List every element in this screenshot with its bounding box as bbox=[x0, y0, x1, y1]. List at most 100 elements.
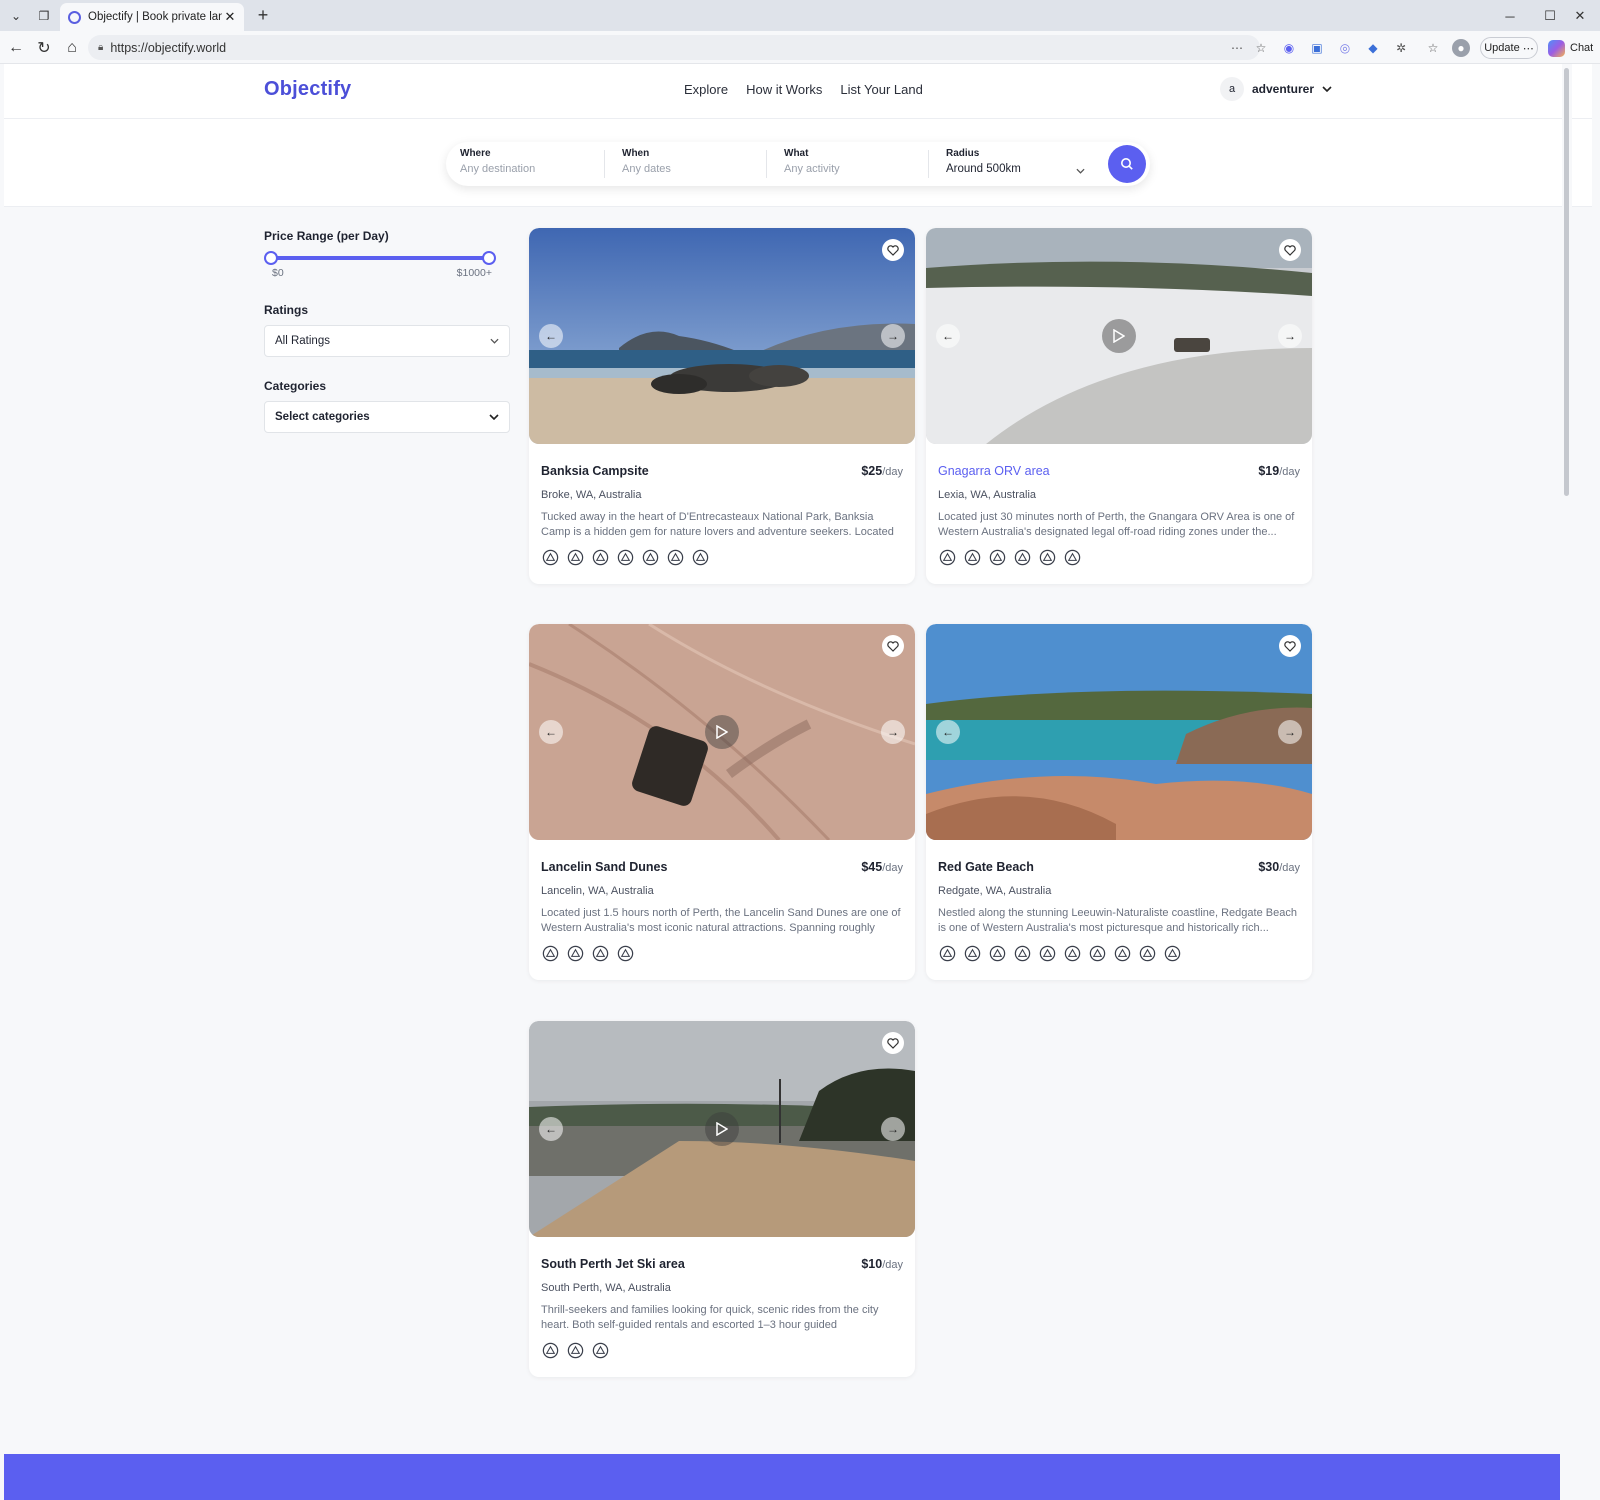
price-range-title: Price Range (per Day) bbox=[264, 229, 389, 243]
play-icon[interactable] bbox=[705, 1112, 739, 1146]
browser-tab[interactable]: Objectify | Book private land for yo ✕ bbox=[60, 3, 244, 31]
price-value: $10 bbox=[861, 1257, 883, 1271]
jet-ski-icon bbox=[1114, 945, 1131, 962]
heart-icon[interactable] bbox=[882, 239, 904, 261]
shell-icon bbox=[1064, 945, 1081, 962]
extension-icon[interactable]: ◆ bbox=[1364, 39, 1382, 57]
favorite-star-icon[interactable]: ☆ bbox=[1252, 39, 1270, 57]
arrow-left-icon[interactable]: ← bbox=[539, 720, 563, 744]
radius-select[interactable]: Radius Around 500km bbox=[946, 148, 1086, 180]
listing-title[interactable]: South Perth Jet Ski area bbox=[541, 1257, 685, 1271]
site-header: Objectify Explore How it Works List Your… bbox=[4, 64, 1592, 119]
extension-icon[interactable]: ◎ bbox=[1336, 39, 1354, 57]
url-field[interactable]: 🔒︎ https://objectify.world bbox=[88, 35, 1260, 60]
scrollbar-thumb[interactable] bbox=[1564, 68, 1569, 496]
arrow-right-icon[interactable]: → bbox=[1278, 324, 1302, 348]
listing-title[interactable]: Banksia Campsite bbox=[541, 464, 649, 478]
reader-mode-icon[interactable]: ⋯ bbox=[1228, 39, 1246, 57]
play-icon[interactable] bbox=[1102, 319, 1136, 353]
activity-icons bbox=[541, 1341, 610, 1360]
price-value: $25 bbox=[861, 464, 883, 478]
arrow-left-icon[interactable]: ← bbox=[936, 720, 960, 744]
update-button[interactable]: Update ⋯ bbox=[1480, 37, 1538, 59]
close-tab-icon[interactable]: ✕ bbox=[222, 9, 238, 25]
photography-icon bbox=[1039, 945, 1056, 962]
chevron-down-icon bbox=[490, 336, 499, 346]
tab-list-chevron-icon[interactable]: ⌄ bbox=[4, 5, 28, 27]
back-arrow-icon[interactable]: ← bbox=[4, 36, 28, 60]
listing-price: $45/day bbox=[861, 860, 903, 874]
divider bbox=[604, 150, 605, 178]
listing-price: $19/day bbox=[1258, 464, 1300, 478]
arrow-left-icon[interactable]: ← bbox=[936, 324, 960, 348]
price-unit: /day bbox=[1279, 862, 1300, 874]
price-min-label: $0 bbox=[272, 267, 284, 279]
what-field[interactable]: What Any activity bbox=[784, 148, 924, 180]
slider-max-handle[interactable] bbox=[482, 251, 496, 265]
tab-title: Objectify | Book private land for yo bbox=[88, 11, 222, 23]
price-max-label: $1000+ bbox=[456, 267, 492, 279]
extensions-puzzle-icon[interactable]: ✲ bbox=[1392, 39, 1410, 57]
play-icon[interactable] bbox=[705, 715, 739, 749]
listing-title[interactable]: Gnagarra ORV area bbox=[938, 464, 1050, 478]
listing-title[interactable]: Lancelin Sand Dunes bbox=[541, 860, 667, 874]
where-field[interactable]: Where Any destination bbox=[460, 148, 600, 180]
update-label: Update bbox=[1484, 42, 1520, 54]
heart-icon[interactable] bbox=[882, 635, 904, 657]
heart-icon[interactable] bbox=[1279, 239, 1301, 261]
minimize-icon[interactable]: ─ bbox=[1490, 4, 1530, 28]
collections-icon[interactable]: ☆ bbox=[1424, 39, 1442, 57]
arrow-left-icon[interactable]: ← bbox=[539, 1117, 563, 1141]
arrow-right-icon[interactable]: → bbox=[881, 324, 905, 348]
slider-min-handle[interactable] bbox=[264, 251, 278, 265]
price-range-slider[interactable] bbox=[264, 251, 496, 265]
fishing-icon bbox=[1089, 945, 1106, 962]
chat-button[interactable]: Chat bbox=[1548, 37, 1593, 59]
photography-icon bbox=[617, 945, 634, 962]
listing-title[interactable]: Red Gate Beach bbox=[938, 860, 1034, 874]
listing-card[interactable]: ← → Red Gate Beach $30/day Redgate, WA, Aust… bbox=[926, 624, 1312, 980]
search-button[interactable] bbox=[1108, 145, 1146, 183]
nav-list-your-land[interactable]: List Your Land bbox=[840, 82, 922, 97]
where-label: Where bbox=[460, 148, 491, 159]
reload-icon[interactable]: ↻ bbox=[32, 36, 56, 60]
home-icon[interactable]: ⌂ bbox=[60, 36, 84, 60]
search-bar: Where Any destination When Any dates Wha… bbox=[446, 142, 1150, 186]
heart-icon[interactable] bbox=[1279, 635, 1301, 657]
listing-location: Broke, WA, Australia bbox=[541, 489, 642, 501]
nav-how-it-works[interactable]: How it Works bbox=[746, 82, 822, 97]
arrow-left-icon[interactable]: ← bbox=[539, 324, 563, 348]
listing-photo[interactable] bbox=[926, 624, 1312, 840]
arrow-right-icon[interactable]: → bbox=[881, 1117, 905, 1141]
nav-explore[interactable]: Explore bbox=[684, 82, 728, 97]
extension-icon[interactable]: ◉ bbox=[1280, 39, 1298, 57]
off-road-icon bbox=[592, 945, 609, 962]
when-field[interactable]: When Any dates bbox=[622, 148, 762, 180]
categories-select[interactable]: Select categories bbox=[264, 401, 510, 433]
horse-riding-icon bbox=[939, 945, 956, 962]
kayaking-icon bbox=[1139, 945, 1156, 962]
search-icon bbox=[1121, 158, 1133, 170]
photography-icon bbox=[1039, 549, 1056, 566]
when-placeholder: Any dates bbox=[622, 163, 671, 175]
listing-card[interactable]: ← → South Perth Jet Ski area $10/day South P… bbox=[529, 1021, 915, 1377]
new-tab-plus-icon[interactable]: + bbox=[252, 4, 274, 26]
listing-photo[interactable] bbox=[529, 228, 915, 444]
listing-card[interactable]: ← → Gnagarra ORV area $19/day Lexia, WA, Aus… bbox=[926, 228, 1312, 584]
motorbike-icon bbox=[964, 549, 981, 566]
site-logo[interactable]: Objectify bbox=[264, 78, 351, 101]
profile-avatar-icon[interactable]: ● bbox=[1452, 39, 1470, 57]
user-menu[interactable]: a adventurer bbox=[1220, 77, 1332, 101]
ratings-select[interactable]: All Ratings bbox=[264, 325, 510, 357]
browser-tab-bar: ⌄ ❐ Objectify | Book private land for yo… bbox=[0, 0, 1600, 31]
arrow-right-icon[interactable]: → bbox=[881, 720, 905, 744]
workspaces-icon[interactable]: ❐ bbox=[32, 5, 56, 27]
heart-icon[interactable] bbox=[882, 1032, 904, 1054]
photography-icon bbox=[642, 549, 659, 566]
arrow-right-icon[interactable]: → bbox=[1278, 720, 1302, 744]
close-window-icon[interactable]: ✕ bbox=[1562, 4, 1598, 28]
listing-card[interactable]: ← → Lancelin Sand Dunes $45/day Lancelin, WA… bbox=[529, 624, 915, 980]
extension-icon[interactable]: ▣ bbox=[1308, 39, 1326, 57]
listing-card[interactable]: ← → Banksia Campsite $25/day Broke, WA, Aust… bbox=[529, 228, 915, 584]
radius-label: Radius bbox=[946, 148, 980, 159]
